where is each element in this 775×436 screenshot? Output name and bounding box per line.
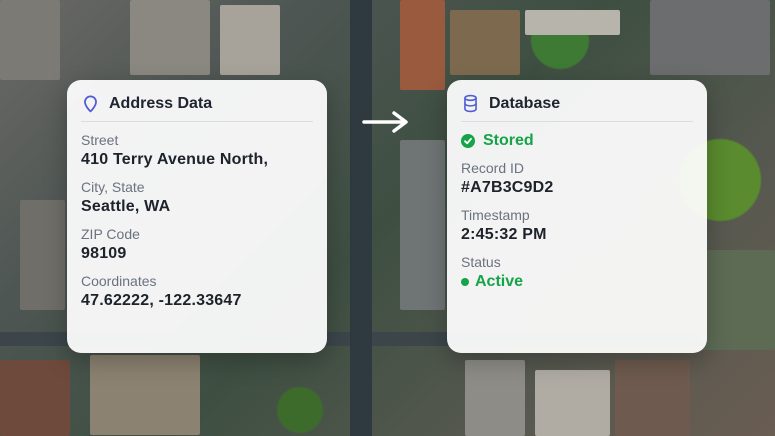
address-card-header: Address Data xyxy=(81,94,313,122)
building xyxy=(535,370,610,436)
street-label: Street xyxy=(81,132,119,148)
stored-label: Stored xyxy=(483,132,534,149)
zip-code-value: 98109 xyxy=(81,245,127,262)
stored-status: Stored xyxy=(461,132,693,150)
city-state-label: City, State xyxy=(81,179,145,195)
building xyxy=(450,10,520,75)
check-circle-icon xyxy=(461,134,475,148)
address-data-card: Address Data Street 410 Terry Avenue Nor… xyxy=(67,80,327,353)
status-value: Active xyxy=(461,273,693,291)
status-value-text: Active xyxy=(475,273,524,290)
database-card-header: Database xyxy=(461,94,693,122)
database-card: Database Stored Record ID #A7B3C9D2 Time… xyxy=(447,80,707,353)
street-value: 410 Terry Avenue North, xyxy=(81,151,269,168)
timestamp-value: 2:45:32 PM xyxy=(461,226,547,243)
database-card-title: Database xyxy=(489,94,561,112)
building xyxy=(700,250,775,350)
building xyxy=(400,140,445,310)
map-pin-icon xyxy=(84,95,97,113)
address-card-title: Address Data xyxy=(109,94,213,112)
building xyxy=(20,200,65,310)
status-dot-icon xyxy=(461,278,469,286)
building xyxy=(650,0,770,75)
building xyxy=(90,355,200,435)
database-icon xyxy=(464,94,477,113)
building xyxy=(615,360,690,436)
building xyxy=(130,0,210,75)
zip-code-label: ZIP Code xyxy=(81,226,140,242)
building xyxy=(220,5,280,75)
building xyxy=(0,0,60,80)
status-label: Status xyxy=(461,254,501,270)
record-id-label: Record ID xyxy=(461,160,525,176)
building xyxy=(0,360,70,436)
building xyxy=(400,0,445,90)
record-id-value: #A7B3C9D2 xyxy=(461,179,554,196)
coordinates-label: Coordinates xyxy=(81,273,157,289)
city-state-value: Seattle, WA xyxy=(81,198,171,215)
building xyxy=(465,360,525,436)
arrow-right-icon xyxy=(362,111,408,133)
coordinates-value: 47.62222, -122.33647 xyxy=(81,292,242,309)
timestamp-label: Timestamp xyxy=(461,207,530,223)
building xyxy=(525,10,620,35)
